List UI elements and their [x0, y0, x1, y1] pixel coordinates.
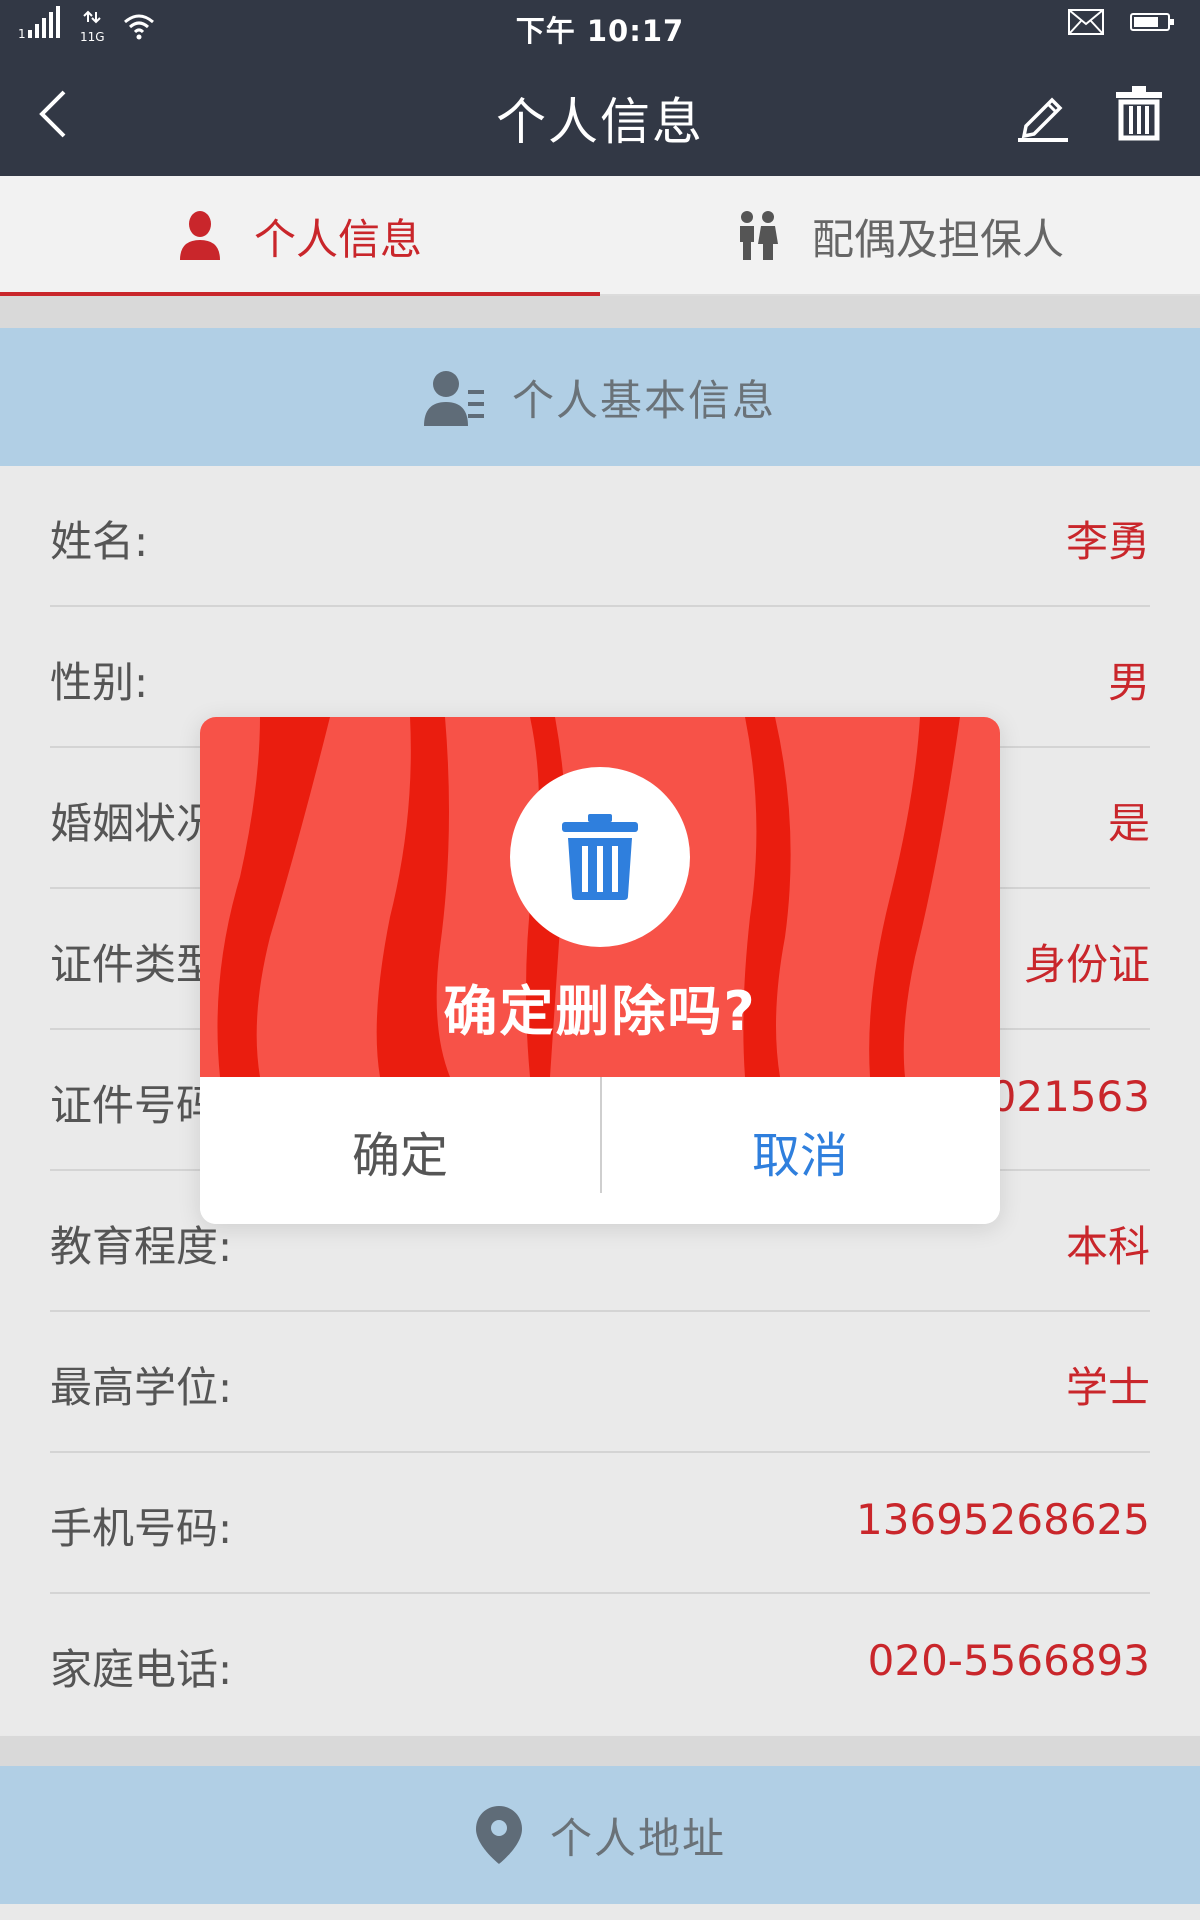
section-title: 个人地址: [549, 1813, 726, 1863]
field-label: 家庭电话:: [50, 1645, 233, 1694]
edit-pencil-icon: [1018, 97, 1068, 142]
edit-button[interactable]: [1016, 86, 1072, 142]
field-value: 男: [1107, 658, 1150, 707]
field-row-home-phone: 家庭电话: 020-5566893: [50, 1594, 1150, 1735]
dialog-icon-circle: [510, 767, 690, 947]
status-right: [1068, 9, 1176, 39]
delete-button[interactable]: [1114, 84, 1164, 142]
person-icon: [179, 211, 220, 260]
battery-icon: [1130, 12, 1176, 36]
field-value: 本科: [1065, 1222, 1150, 1271]
dialog-message: 确定删除吗?: [443, 980, 757, 1043]
tab-spouse-guarantor[interactable]: 配偶及担保人: [600, 176, 1200, 296]
section-header-address: 个人地址: [0, 1766, 1200, 1904]
dialog-buttons: 确定 取消: [200, 1077, 1000, 1224]
field-label: 性别:: [50, 658, 149, 707]
field-value: 020-5566893: [867, 1636, 1150, 1685]
section-gap: [0, 1736, 1200, 1766]
field-value: 是: [1107, 799, 1150, 848]
tab-bar: 个人信息 配偶及担保人: [0, 176, 1200, 298]
field-row-mobile: 手机号码: 13695268625: [50, 1453, 1150, 1594]
tab-label: 个人信息: [253, 214, 422, 264]
section-header-basic-info: 个人基本信息: [0, 328, 1200, 466]
status-bar: 1 11G 下午 10:17: [0, 0, 1200, 54]
field-row-name: 姓名: 李勇: [50, 466, 1150, 607]
status-time: 下午 10:17: [515, 14, 685, 48]
confirm-delete-dialog: 确定删除吗? 确定 取消: [200, 717, 1000, 1224]
field-row-degree: 最高学位: 学士: [50, 1312, 1150, 1453]
couple-icon: [739, 211, 778, 260]
field-label: 手机号码:: [50, 1504, 233, 1553]
confirm-button[interactable]: 确定: [200, 1077, 600, 1224]
tab-label: 配偶及担保人: [811, 214, 1064, 264]
tab-personal-info[interactable]: 个人信息: [0, 176, 600, 298]
field-label: 最高学位:: [50, 1363, 233, 1412]
field-value: 李勇: [1065, 517, 1150, 566]
cancel-button[interactable]: 取消: [600, 1077, 1000, 1224]
dialog-banner: 确定删除吗?: [200, 717, 1000, 1077]
field-value: 身份证: [1023, 940, 1150, 989]
trash-icon: [562, 814, 638, 900]
section-gap: [0, 296, 1200, 328]
field-value: 13695268625: [856, 1495, 1150, 1544]
mail-icon: [1068, 9, 1104, 39]
trash-icon: [1116, 86, 1162, 141]
profile-card-icon: [423, 371, 484, 426]
field-label: 姓名:: [50, 517, 149, 566]
section-title: 个人基本信息: [511, 375, 776, 425]
nav-bar: 个人信息: [0, 54, 1200, 176]
field-value: 021563: [989, 1072, 1150, 1121]
location-pin-icon: [475, 1806, 522, 1864]
field-value: 学士: [1065, 1363, 1150, 1412]
